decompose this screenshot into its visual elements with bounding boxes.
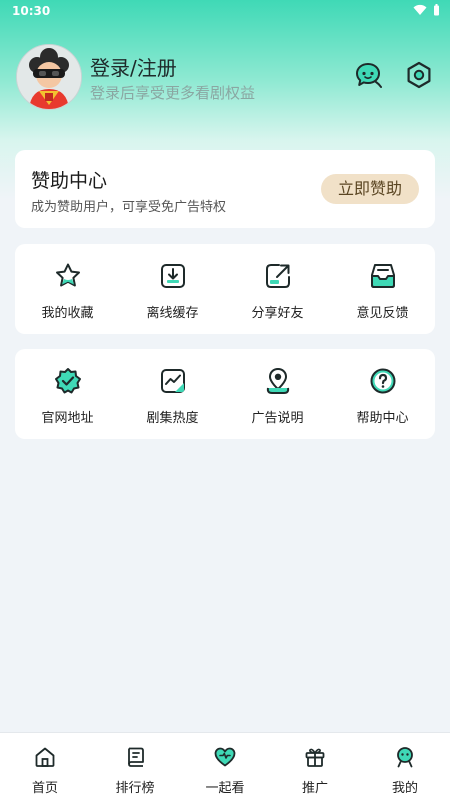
avatar[interactable] xyxy=(16,44,82,110)
tab-promote-label: 推广 xyxy=(301,781,328,796)
tab-watch-together-label: 一起看 xyxy=(205,781,245,796)
tab-home-label: 首页 xyxy=(31,781,58,796)
favorites-item[interactable]: 我的收藏 xyxy=(15,244,120,334)
inbox-icon xyxy=(370,264,395,288)
feature-grid-2: 官网地址 剧集热度 广告说明 帮助中心 xyxy=(15,349,435,439)
download-icon xyxy=(160,264,185,288)
share-friends-item[interactable]: 分享好友 xyxy=(225,244,330,334)
drama-popularity-label: 剧集热度 xyxy=(146,411,199,426)
drama-popularity-item[interactable]: 剧集热度 xyxy=(120,349,225,439)
wifi-icon xyxy=(413,4,427,15)
sponsor-subtitle: 成为赞助用户，可享受免广告特权 xyxy=(31,200,227,215)
help-center-label: 帮助中心 xyxy=(356,411,409,426)
question-icon xyxy=(370,368,395,394)
battery-icon xyxy=(434,4,439,16)
heart-icon xyxy=(214,747,236,767)
feedback-item[interactable]: 意见反馈 xyxy=(330,244,435,334)
tab-ranking-label: 排行榜 xyxy=(115,781,155,796)
official-site-label: 官网地址 xyxy=(41,411,94,426)
tab-watch-together[interactable]: 一起看 xyxy=(180,733,270,801)
ad-info-item[interactable]: 广告说明 xyxy=(225,349,330,439)
status-time: 10:30 xyxy=(12,4,51,18)
tab-mine-label: 我的 xyxy=(391,781,418,796)
tab-mine[interactable]: 我的 xyxy=(360,733,450,801)
tab-ranking[interactable]: 排行榜 xyxy=(90,733,180,801)
message-icon[interactable] xyxy=(354,60,384,90)
profile-section: 登录/注册 登录后享受更多看剧权益 xyxy=(16,44,436,110)
avatar-character-icon xyxy=(17,45,81,109)
feedback-label: 意见反馈 xyxy=(356,306,409,321)
home-icon xyxy=(35,747,55,767)
trend-chart-icon xyxy=(160,369,185,393)
status-bar: 10:30 xyxy=(0,0,450,22)
sponsor-card[interactable]: 赞助中心 成为赞助用户，可享受免广告特权 立即赞助 xyxy=(15,150,435,228)
settings-icon[interactable] xyxy=(404,60,434,90)
bottom-tab-bar: 首页 排行榜 一起看 推广 我的 xyxy=(0,732,450,801)
official-site-item[interactable]: 官网地址 xyxy=(15,349,120,439)
gift-icon xyxy=(305,748,325,767)
offline-cache-item[interactable]: 离线缓存 xyxy=(120,244,225,334)
help-center-item[interactable]: 帮助中心 xyxy=(330,349,435,439)
sponsor-now-button[interactable]: 立即赞助 xyxy=(321,174,419,204)
feature-grid-1: 我的收藏 离线缓存 分享好友 意见反馈 xyxy=(15,244,435,334)
tab-promote[interactable]: 推广 xyxy=(270,733,360,801)
status-icons xyxy=(413,4,440,16)
ranking-icon xyxy=(128,747,144,767)
star-icon xyxy=(55,263,80,287)
share-icon xyxy=(265,264,290,288)
sponsor-title: 赞助中心 xyxy=(31,170,108,192)
badge-check-icon xyxy=(54,368,81,394)
share-friends-label: 分享好友 xyxy=(251,306,304,321)
login-register-link[interactable]: 登录/注册 xyxy=(90,52,177,81)
profile-icon xyxy=(397,747,413,768)
ad-info-label: 广告说明 xyxy=(251,411,304,426)
offline-cache-label: 离线缓存 xyxy=(146,306,199,321)
tab-home[interactable]: 首页 xyxy=(0,733,90,801)
location-pin-icon xyxy=(266,368,289,394)
favorites-label: 我的收藏 xyxy=(41,306,94,321)
login-benefit-text: 登录后享受更多看剧权益 xyxy=(90,84,256,102)
